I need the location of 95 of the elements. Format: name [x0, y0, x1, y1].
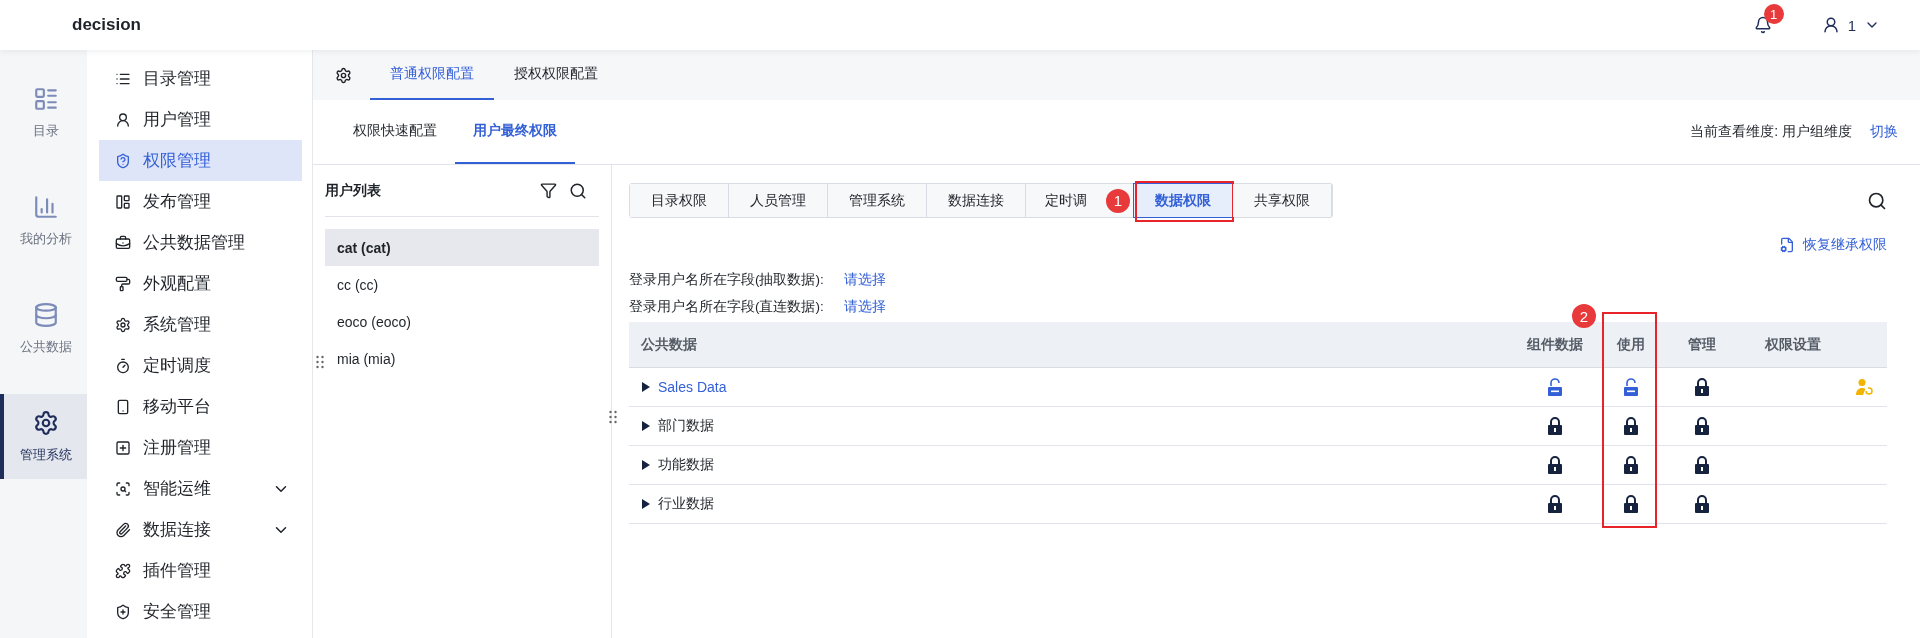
- menu-item[interactable]: 定时调度: [99, 345, 302, 386]
- tab[interactable]: 授权权限配置: [494, 50, 618, 100]
- notification-count: 1: [1763, 4, 1784, 24]
- menu-item[interactable]: 公共数据管理: [99, 222, 302, 263]
- menu-icon: [115, 480, 131, 497]
- lock-icon[interactable]: [1546, 417, 1563, 435]
- column-header: 管理: [1688, 335, 1716, 354]
- annotation-badge: 1: [1106, 188, 1130, 213]
- expand-caret-icon[interactable]: [641, 382, 650, 392]
- rail-label: 公共数据: [19, 337, 72, 356]
- lock-icon[interactable]: [1546, 495, 1563, 513]
- select-link[interactable]: 请选择: [843, 297, 886, 316]
- settings-icon[interactable]: [335, 66, 352, 84]
- rail-item[interactable]: 公共数据: [0, 286, 87, 371]
- filter-icon[interactable]: [540, 182, 557, 199]
- expand-caret-icon[interactable]: [641, 460, 650, 470]
- menu-icon: [115, 111, 131, 128]
- restore-link[interactable]: 恢复继承权限: [1803, 236, 1887, 254]
- annotation-badge: 2: [1572, 304, 1596, 328]
- select-link[interactable]: 请选择: [843, 270, 886, 289]
- unlocked-lock-icon[interactable]: [1546, 378, 1563, 396]
- lock-icon[interactable]: [1694, 456, 1710, 474]
- tab[interactable]: 权限快速配置: [335, 100, 455, 164]
- menu-icon: [115, 603, 131, 620]
- menu-icon: [115, 521, 131, 538]
- field-label: 登录用户名所在字段(抽取数据):: [629, 270, 824, 289]
- rail-item[interactable]: 目录: [0, 70, 87, 155]
- lock-icon[interactable]: [1622, 495, 1639, 513]
- rail-label: 目录: [32, 121, 59, 140]
- column-header: 权限设置: [1765, 335, 1821, 354]
- column-header: 组件数据: [1526, 335, 1583, 354]
- tab[interactable]: 数据权限: [1134, 184, 1233, 217]
- menu-icon: [115, 439, 131, 456]
- rail-icon: [32, 85, 59, 112]
- rail-label: 管理系统: [19, 445, 72, 464]
- bell-icon[interactable]: [1753, 16, 1772, 34]
- user-item[interactable]: mia (mia): [325, 340, 599, 377]
- menu-icon: [115, 357, 131, 374]
- menu-item[interactable]: 数据连接: [99, 509, 302, 550]
- user-item[interactable]: eoco (eoco): [325, 303, 599, 340]
- unlocked-lock-icon[interactable]: [1622, 378, 1639, 396]
- data-name-cell[interactable]: Sales Data: [658, 379, 727, 395]
- drag-handle-icon[interactable]: [609, 410, 617, 424]
- menu-item[interactable]: 智能运维: [99, 468, 302, 509]
- restore-icon[interactable]: [1779, 237, 1795, 253]
- rail-item[interactable]: 我的分析: [0, 178, 87, 263]
- menu-item[interactable]: 目录管理: [99, 58, 302, 99]
- rail-label: 我的分析: [19, 229, 72, 248]
- user-name[interactable]: 1: [1847, 16, 1856, 34]
- menu-item[interactable]: 插件管理: [99, 550, 302, 591]
- app-title: decision: [72, 15, 141, 35]
- lock-icon[interactable]: [1622, 456, 1639, 474]
- menu-item[interactable]: 发布管理: [99, 181, 302, 222]
- panel-title: 用户列表: [325, 181, 382, 200]
- tab[interactable]: 用户最终权限: [455, 100, 575, 164]
- menu-icon: [115, 152, 131, 169]
- expand-caret-icon[interactable]: [641, 421, 650, 431]
- menu-icon: [115, 562, 131, 579]
- tab[interactable]: 普通权限配置: [370, 50, 494, 100]
- menu-item[interactable]: 用户管理: [99, 99, 302, 140]
- lock-icon[interactable]: [1694, 495, 1710, 513]
- lock-icon[interactable]: [1694, 378, 1710, 396]
- user-item[interactable]: cat (cat): [325, 229, 599, 266]
- menu-item[interactable]: 权限管理: [99, 140, 302, 181]
- search-icon[interactable]: [569, 181, 587, 200]
- data-name-cell[interactable]: 行业数据: [658, 495, 714, 513]
- menu-item[interactable]: 注册管理: [99, 427, 302, 468]
- column-header: 公共数据: [641, 335, 697, 354]
- search-icon[interactable]: [1867, 190, 1887, 211]
- user-item[interactable]: cc (cc): [325, 266, 599, 303]
- dimension-label: 当前查看维度: 用户组维度: [1690, 123, 1852, 141]
- menu-item[interactable]: 安全管理: [99, 591, 302, 632]
- user-icon[interactable]: [1821, 16, 1840, 34]
- menu-icon: [115, 316, 131, 333]
- menu-icon: [115, 234, 131, 251]
- menu-icon: [115, 193, 131, 210]
- menu-item[interactable]: 系统管理: [99, 304, 302, 345]
- column-header: 使用: [1616, 335, 1645, 354]
- field-label: 登录用户名所在字段(直连数据):: [629, 297, 824, 316]
- rail-item[interactable]: 管理系统: [0, 394, 87, 479]
- lock-icon[interactable]: [1694, 417, 1710, 435]
- drag-handle-icon[interactable]: [316, 355, 324, 369]
- lock-icon[interactable]: [1622, 417, 1639, 435]
- rail-icon: [32, 301, 59, 328]
- menu-icon: [115, 398, 131, 415]
- switch-link[interactable]: 切换: [1870, 123, 1898, 141]
- menu-item[interactable]: 外观配置: [99, 263, 302, 304]
- menu-icon: [115, 275, 131, 292]
- data-name-cell[interactable]: 功能数据: [658, 456, 714, 474]
- data-name-cell[interactable]: 部门数据: [658, 417, 714, 435]
- expand-caret-icon[interactable]: [641, 499, 650, 509]
- menu-item[interactable]: 移动平台: [99, 386, 302, 427]
- rail-icon: [32, 193, 59, 220]
- lock-icon[interactable]: [1546, 456, 1563, 474]
- rail-icon: [32, 409, 59, 436]
